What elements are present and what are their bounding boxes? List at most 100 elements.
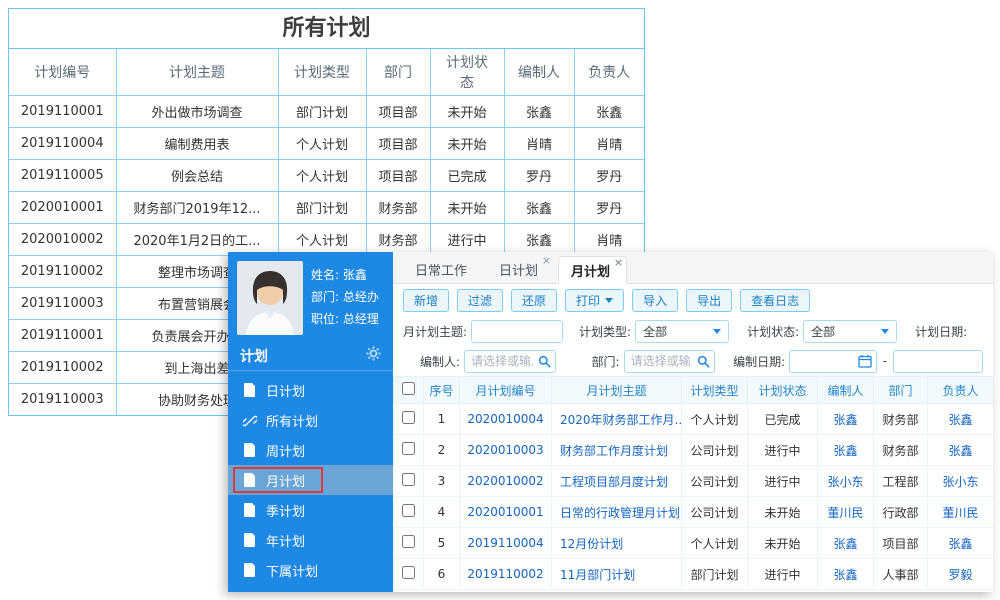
cell-plan-id: 2019110004 [9,126,117,160]
close-icon[interactable]: × [542,255,551,267]
profile-name: 姓名: 张鑫 [311,268,367,282]
dept-filter-input[interactable] [623,349,716,373]
cell-subject: 财务部门2019年12... [115,190,279,224]
row-checkbox[interactable] [402,504,415,517]
row-checkbox[interactable] [402,535,415,548]
filter-button[interactable]: 过滤 [457,288,504,312]
row-checkbox[interactable] [402,566,415,579]
cell-creator-link[interactable]: 张小东 [817,465,874,497]
toolbar: 新增 过滤 还原 打印 导入 导出 查看日志 [393,284,993,316]
cell-creator: 张鑫 [503,94,575,128]
cell-subject-link[interactable]: 11月部门计划 [551,558,682,590]
cell-plan-id-link[interactable]: 2020010003 [459,434,552,466]
cell-subject: 例会总结 [115,158,279,192]
cell-creator-link[interactable]: 张鑫 [817,403,874,435]
cell-owner-link[interactable]: 董川民 [927,496,993,528]
cell-owner-link[interactable]: 张鑫 [927,434,993,466]
export-button[interactable]: 导出 [686,288,733,312]
page-title: 所有计划 [9,9,644,49]
cell-plan-id-link[interactable]: 2019110004 [459,527,552,559]
monthly-plan-table: 序号 月计划编号 月计划主题 计划类型 计划状态 编制人 部门 负责人 1 20… [393,376,993,590]
cell-status: 已完成 [747,403,818,435]
subject-filter-input[interactable] [471,319,564,343]
row-checkbox[interactable] [402,411,415,424]
type-filter-select[interactable]: 全部 [635,319,730,343]
creator-filter-input[interactable] [464,349,556,373]
print-button[interactable]: 打印 [565,288,625,312]
column-header-owner: 负责人 [573,49,644,96]
table-row[interactable]: 2020010002 2020年1月2日的工... 个人计划 财务部 进行中 张鑫 肖晴 [9,222,644,256]
cell-dept: 项目部 [365,94,431,128]
chain-icon [243,413,257,427]
table-row[interactable]: 2 2020010003 财务部工作月度计划 公司计划 进行中 张鑫 财务部 张… [393,434,993,466]
cell-subject-link[interactable]: 日常的行政管理月计划 [551,496,682,528]
cell-type: 部门计划 [681,558,748,590]
cell-plan-id: 2020010001 [9,190,117,224]
table-row[interactable]: 2020010001 财务部门2019年12... 部门计划 财务部 未开始 张鑫 罗丹 [9,190,644,224]
import-button[interactable]: 导入 [632,288,679,312]
column-header-no: 序号 [423,376,460,404]
cell-creator-link[interactable]: 张鑫 [817,527,874,559]
cell-type: 部门计划 [277,94,367,128]
button-label: 查看日志 [751,293,800,308]
cell-plan-id-link[interactable]: 2020010002 [459,465,552,497]
close-icon[interactable]: × [614,257,623,269]
table-row[interactable]: 5 2019110004 12月份计划 个人计划 未开始 张鑫 项目部 张鑫 [393,527,993,559]
table-row[interactable]: 1 2020010004 2020年财务部工作月... 个人计划 已完成 张鑫 … [393,403,993,435]
tab-daily-work[interactable]: 日常工作 [403,255,483,283]
table-row[interactable]: 6 2019110002 11月部门计划 部门计划 进行中 张鑫 人事部 罗毅 [393,558,993,590]
cell-plan-id: 2019110003 [9,382,117,415]
sidebar-item-weekly-plan[interactable]: 周计划 [228,435,393,465]
sidebar-item-all-plans[interactable]: 所有计划 [228,405,393,435]
sidebar-item-quarterly-plan[interactable]: 季计划 [228,495,393,525]
sidebar-item-monthly-plan[interactable]: 月计划 [228,465,393,495]
gear-icon[interactable] [366,346,381,365]
cell-plan-id-link[interactable]: 2020010001 [459,496,552,528]
cell-type: 部门计划 [277,190,367,224]
cell-owner-link[interactable]: 张小东 [927,465,993,497]
sidebar-item-daily-plan[interactable]: 日计划 [228,375,393,405]
sidebar-item-label: 日计划 [266,384,306,400]
sidebar-item-label: 周计划 [266,444,306,460]
cell-owner-link[interactable]: 罗毅 [927,558,993,590]
cell-subject-link[interactable]: 财务部工作月度计划 [551,434,682,466]
cell-creator: 罗丹 [503,158,575,192]
avatar-photo [237,261,303,335]
cell-creator-link[interactable]: 张鑫 [817,434,874,466]
table-row[interactable]: 2019110001 外出做市场调查 部门计划 项目部 未开始 张鑫 张鑫 [9,94,644,128]
cell-plan-id-link[interactable]: 2019110002 [459,558,552,590]
cell-subject-link[interactable]: 12月份计划 [551,527,682,559]
row-checkbox[interactable] [402,442,415,455]
cell-plan-id: 2019110002 [9,350,117,384]
cell-plan-id-link[interactable]: 2020010004 [459,403,552,435]
table-row[interactable]: 2019110004 编制费用表 个人计划 项目部 未开始 肖晴 肖晴 [9,126,644,160]
table-row[interactable]: 2019110005 例会总结 个人计划 项目部 已完成 罗丹 罗丹 [9,158,644,192]
cell-status: 进行中 [747,558,818,590]
cell-creator-link[interactable]: 张鑫 [817,558,874,590]
create-date-to-input[interactable] [893,349,983,373]
cell-subject-link[interactable]: 2020年财务部工作月... [551,403,682,435]
select-all-checkbox[interactable] [402,382,415,395]
row-checkbox[interactable] [402,473,415,486]
table-row[interactable]: 4 2020010001 日常的行政管理月计划 公司计划 未开始 董川民 行政部… [393,496,993,528]
add-button[interactable]: 新增 [403,288,450,312]
status-filter-select[interactable]: 全部 [803,319,898,343]
view-log-button[interactable]: 查看日志 [740,288,811,312]
button-label: 导出 [697,293,722,308]
sidebar-item-subordinate-plans[interactable]: 下属计划 [228,555,393,585]
cell-status: 进行中 [429,222,505,256]
cell-creator-link[interactable]: 董川民 [817,496,874,528]
cell-owner-link[interactable]: 张鑫 [927,527,993,559]
tab-daily-plan[interactable]: 日计划 × [487,255,554,283]
cell-dept: 人事部 [873,558,928,590]
table-row[interactable]: 3 2020010002 工程项目部月度计划 公司计划 进行中 张小东 工程部 … [393,465,993,497]
cell-plan-id: 2019110003 [9,286,117,320]
reset-button[interactable]: 还原 [511,288,558,312]
cell-owner-link[interactable]: 张鑫 [927,403,993,435]
column-header-plan-id: 月计划编号 [459,376,552,404]
cell-subject-link[interactable]: 工程项目部月度计划 [551,465,682,497]
create-date-from-input[interactable] [789,349,877,373]
tab-monthly-plan[interactable]: 月计划 × [558,256,628,284]
sidebar-item-label: 年计划 [266,534,306,550]
sidebar-item-annual-plan[interactable]: 年计划 [228,525,393,555]
